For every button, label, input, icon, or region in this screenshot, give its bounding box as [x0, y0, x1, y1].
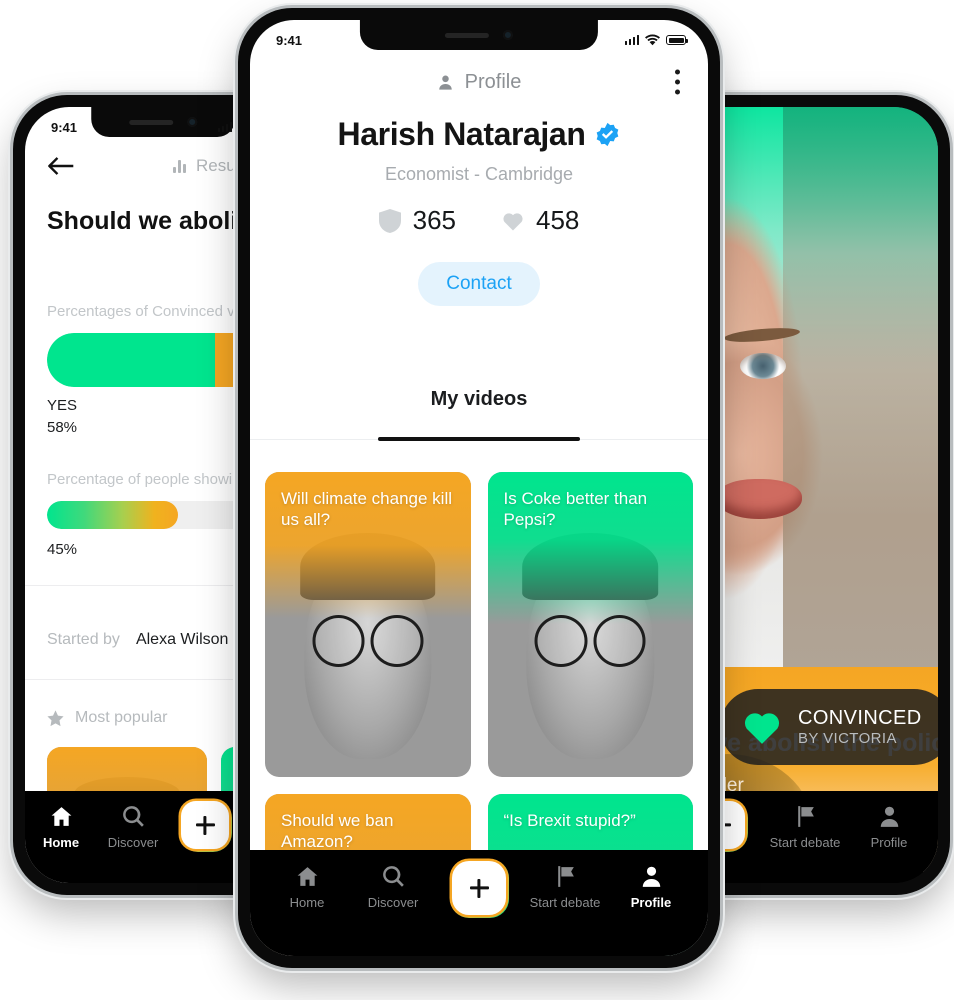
- status-time: 9:41: [276, 32, 303, 48]
- kebab-menu-icon[interactable]: [669, 64, 686, 101]
- video-card[interactable]: Is Coke better than Pepsi?: [487, 472, 693, 777]
- page-title-label: Profile: [464, 70, 522, 93]
- shield-icon: [378, 208, 401, 233]
- plus-icon[interactable]: [449, 858, 509, 918]
- nav-create[interactable]: [436, 858, 522, 918]
- nav-discover[interactable]: Discover: [97, 804, 169, 850]
- tab-active-underline: [378, 437, 580, 441]
- verified-badge-icon: [597, 122, 619, 147]
- contact-button[interactable]: Contact: [418, 262, 540, 306]
- person-icon: [642, 866, 660, 887]
- flag-icon: [557, 866, 574, 887]
- started-by-name[interactable]: Alexa Wilson: [136, 631, 228, 649]
- search-icon: [382, 866, 404, 887]
- heart-count: 458: [536, 205, 580, 235]
- heart-icon: [503, 212, 523, 230]
- convinced-bar-yes: [47, 333, 216, 387]
- most-popular-header: Most popular: [47, 709, 168, 727]
- nav-start-debate-label: Start debate: [769, 835, 841, 850]
- phone-mid-screen: 9:41 Profile Harish Natarajan Economist …: [250, 20, 708, 956]
- most-popular-label: Most popular: [75, 709, 168, 726]
- home-icon: [51, 807, 71, 826]
- wifi-icon: [645, 34, 660, 45]
- nav-start-debate[interactable]: Start debate: [766, 804, 844, 850]
- search-icon: [122, 806, 144, 827]
- profile-header: Harish Natarajan Economist - Cambridge 3…: [250, 116, 708, 306]
- hair-region: [783, 107, 938, 667]
- convinced-main-label: CONVINCED: [798, 707, 922, 729]
- nav-home-label: Home: [289, 895, 325, 910]
- nav-profile-label: Profile: [870, 835, 908, 850]
- plus-icon[interactable]: [178, 798, 232, 852]
- home-icon: [297, 867, 317, 886]
- video-title: Should we ban Amazon?: [281, 811, 394, 852]
- person-icon: [880, 806, 898, 827]
- convinced-badge[interactable]: CONVINCED BY VICTORIA: [720, 689, 938, 765]
- phone-mid-app-bar: Profile: [250, 54, 708, 110]
- nav-profile-label: Profile: [630, 895, 672, 910]
- glasses: [312, 615, 424, 667]
- nav-discover-label: Discover: [367, 895, 419, 910]
- cellular-signal-icon: [624, 35, 639, 45]
- nav-discover-label: Discover: [107, 835, 159, 850]
- yes-percent: 58%: [47, 418, 78, 436]
- status-indicators: [624, 34, 688, 47]
- status-time: 9:41: [51, 119, 78, 135]
- started-by-label: Started by: [47, 631, 120, 648]
- phone-mid-status-bar: 9:41: [250, 20, 708, 54]
- nav-discover[interactable]: Discover: [350, 864, 436, 910]
- phone-mid-bottom-nav: Home Discover Start debate Profile: [250, 850, 708, 956]
- eye: [740, 353, 786, 379]
- video-title: “Is Brexit stupid?”: [503, 811, 636, 830]
- profile-name: Harish Natarajan: [337, 116, 586, 152]
- nav-profile[interactable]: Profile: [608, 864, 694, 910]
- showup-bar-fill: [47, 501, 178, 529]
- nav-home-label: Home: [42, 835, 80, 850]
- shield-count: 365: [412, 205, 456, 235]
- nav-home[interactable]: Home: [264, 864, 350, 910]
- screenshot-root: 9:41 Results Should we abolish the polic…: [0, 0, 954, 1000]
- video-title: Is Coke better than Pepsi?: [503, 489, 648, 530]
- profile-subtitle: Economist - Cambridge: [384, 164, 574, 184]
- bar-chart-icon: [173, 159, 186, 173]
- page-title: Profile: [437, 70, 522, 94]
- back-arrow-icon[interactable]: [47, 156, 75, 176]
- phone-middle-profile: 9:41 Profile Harish Natarajan Economist …: [238, 8, 720, 968]
- battery-icon: [666, 35, 688, 45]
- profile-tabs: My videos: [250, 388, 708, 441]
- convinced-sub-label: BY VICTORIA: [798, 730, 897, 747]
- profile-stats: 365 458: [250, 205, 708, 236]
- showup-section-label: Percentage of people showing up: [47, 471, 270, 488]
- profile-name-row: Harish Natarajan: [338, 116, 621, 153]
- nav-home[interactable]: Home: [25, 804, 97, 850]
- heart-icon: [744, 713, 780, 744]
- yes-label: YES: [47, 397, 78, 414]
- person-icon: [438, 75, 452, 90]
- nav-create[interactable]: [169, 798, 241, 852]
- star-icon: [47, 709, 64, 726]
- video-card[interactable]: Will climate change kill us all?: [265, 472, 471, 777]
- convinced-text: CONVINCED BY VICTORIA: [798, 707, 922, 747]
- flag-icon: [797, 806, 814, 827]
- glasses: [534, 615, 646, 667]
- stat-shield: 365: [378, 205, 456, 236]
- stat-heart: 458: [502, 205, 579, 236]
- convinced-caption: YES 58%: [47, 395, 77, 439]
- cellular-signal-icon: [217, 122, 232, 132]
- nav-start-debate[interactable]: Start debate: [522, 864, 608, 910]
- started-by-row: Started by Alexa Wilson: [47, 631, 228, 649]
- tab-my-videos[interactable]: My videos: [250, 388, 708, 411]
- lips: [716, 479, 802, 519]
- showup-percent: 45%: [47, 541, 78, 558]
- video-title: Will climate change kill us all?: [281, 489, 452, 530]
- nav-start-debate-label: Start debate: [529, 895, 601, 910]
- nav-profile[interactable]: Profile: [850, 804, 928, 850]
